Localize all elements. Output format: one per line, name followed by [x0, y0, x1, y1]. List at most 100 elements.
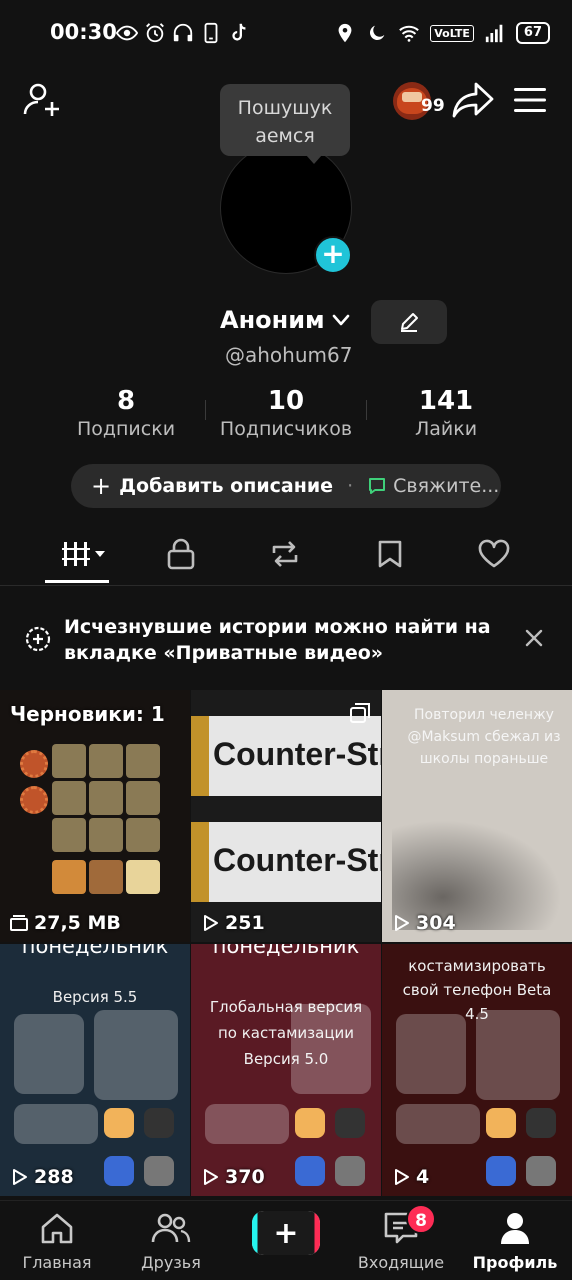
- chat-icon: [369, 478, 386, 494]
- play-icon: [13, 1169, 27, 1185]
- app-icon: [526, 1156, 556, 1186]
- gear-decoration: [20, 786, 48, 814]
- app-icon: [486, 1108, 516, 1138]
- add-friend-icon[interactable]: [22, 80, 62, 120]
- view-count: 288: [10, 1166, 74, 1188]
- folder-icon: [10, 915, 28, 931]
- edit-profile-button[interactable]: [371, 300, 447, 344]
- nav-home-label: Главная: [22, 1253, 92, 1272]
- stat-following[interactable]: 8 Подписки: [66, 386, 186, 440]
- tab-private[interactable]: [159, 536, 203, 572]
- tab-reposts[interactable]: [263, 536, 307, 572]
- status-time: 00:30: [50, 20, 117, 44]
- share-icon[interactable]: [452, 80, 494, 120]
- active-tab-indicator: [45, 580, 109, 583]
- play-icon: [395, 915, 409, 931]
- video-tile[interactable]: костамизировать свой телефон Beta 4.5 4: [382, 944, 572, 1196]
- status-right-icons: VoLTE 67: [334, 22, 550, 44]
- tooltip-line-2: аемся: [255, 125, 315, 147]
- faces-row: [52, 860, 160, 894]
- widget-shape: [396, 1014, 466, 1094]
- profile-name: Аноним: [220, 306, 325, 334]
- app-icon: [144, 1108, 174, 1138]
- tooltip-line-1: Пошушук: [237, 97, 333, 119]
- username: @ahohum67: [225, 343, 353, 367]
- tab-videos[interactable]: [60, 536, 110, 572]
- alarm-icon: [146, 23, 164, 43]
- video-tile[interactable]: Counter-Str Counter-Str 251: [191, 690, 381, 942]
- video-overlay-text: Counter-Str: [213, 736, 381, 772]
- status-bar: 00:30 VoLTE 67: [0, 0, 572, 70]
- view-count-value: 4: [416, 1166, 430, 1188]
- play-icon: [395, 1169, 409, 1185]
- plus-icon: +: [91, 472, 112, 500]
- name-row[interactable]: Аноним: [220, 306, 351, 334]
- create-button[interactable]: +: [248, 1211, 320, 1255]
- close-icon[interactable]: [522, 626, 546, 650]
- video-overlay-text: понедельник: [212, 944, 360, 958]
- add-description-button[interactable]: Добавить описание: [119, 475, 333, 497]
- profile-stats: 8 Подписки 10 Подписчиков 141 Лайки: [0, 386, 572, 446]
- wifi-icon: [399, 25, 420, 42]
- widget-shape: [396, 1104, 480, 1144]
- view-count: 251: [201, 912, 265, 934]
- video-grid: Черновики: 1 27,5 MB Counter-Str Counter…: [0, 690, 572, 1200]
- view-count: 370: [201, 1166, 265, 1188]
- tab-liked[interactable]: [472, 536, 516, 572]
- nav-home[interactable]: Главная: [2, 1211, 112, 1272]
- stat-value: 10: [267, 386, 305, 416]
- widget-shape: [94, 1010, 178, 1100]
- view-count-value: 288: [34, 1166, 74, 1188]
- stat-label: Подписчиков: [219, 418, 353, 440]
- story-icon: [25, 626, 51, 652]
- multi-photo-icon: [350, 703, 370, 723]
- notice-banner: Исчезнувшие истории можно найти на вклад…: [0, 588, 572, 688]
- app-icon: [295, 1108, 325, 1138]
- menu-icon[interactable]: [512, 84, 548, 116]
- drafts-title: Черновики: 1: [10, 702, 165, 726]
- drafts-size: 27,5 MB: [10, 912, 121, 934]
- stat-likes[interactable]: 141 Лайки: [386, 386, 506, 440]
- app-icon: [526, 1108, 556, 1138]
- video-tile[interactable]: понедельник Версия 5.5 288: [0, 944, 190, 1196]
- nav-inbox[interactable]: Входящие: [346, 1211, 456, 1272]
- view-count-value: 370: [225, 1166, 265, 1188]
- app-icon: [335, 1156, 365, 1186]
- app-icon: [335, 1108, 365, 1138]
- contact-button[interactable]: Свяжите...: [393, 475, 499, 497]
- nav-friends[interactable]: Друзья: [116, 1211, 226, 1272]
- drafts-tile[interactable]: Черновики: 1 27,5 MB: [0, 690, 190, 942]
- plus-icon: +: [252, 1211, 320, 1255]
- widget-shape: [476, 1010, 560, 1100]
- description-pill: + Добавить описание · Свяжите...: [71, 464, 501, 508]
- tab-favorites[interactable]: [368, 536, 412, 572]
- heart-icon: [478, 539, 510, 568]
- status-tooltip[interactable]: Пошушук аемся: [220, 84, 350, 164]
- video-overlay-text: понедельник: [21, 944, 169, 958]
- nav-friends-label: Друзья: [141, 1253, 201, 1272]
- pencil-icon: [401, 313, 418, 332]
- video-subtitle: Версия 5.5: [52, 988, 138, 1006]
- stat-followers[interactable]: 10 Подписчиков: [210, 386, 362, 440]
- video-tile[interactable]: понедельник Глобальная версия по кастами…: [191, 944, 381, 1196]
- gear-decoration: [20, 750, 48, 778]
- nav-profile[interactable]: Профиль: [460, 1211, 570, 1272]
- stat-label: Лайки: [414, 418, 478, 440]
- view-count: 304: [392, 912, 456, 934]
- widget-shape: [14, 1014, 84, 1094]
- phone-icon: [204, 22, 218, 44]
- volte-badge: VoLTE: [430, 24, 474, 42]
- play-icon: [204, 915, 218, 931]
- add-photo-button[interactable]: +: [314, 236, 352, 274]
- video-tile[interactable]: Повторил челенжу @Maksum сбежал из школы…: [382, 690, 572, 942]
- app-icon: [144, 1156, 174, 1186]
- separator-dot: ·: [347, 475, 354, 497]
- widget-shape: [14, 1104, 98, 1144]
- grid-icon: [62, 542, 105, 566]
- home-icon: [41, 1213, 73, 1244]
- view-count-value: 304: [416, 912, 456, 934]
- play-icon: [204, 1169, 218, 1185]
- stat-value: 141: [418, 386, 474, 416]
- bottom-nav: Главная Друзья + Входящие Профиль: [0, 1200, 572, 1280]
- location-icon: [338, 23, 352, 43]
